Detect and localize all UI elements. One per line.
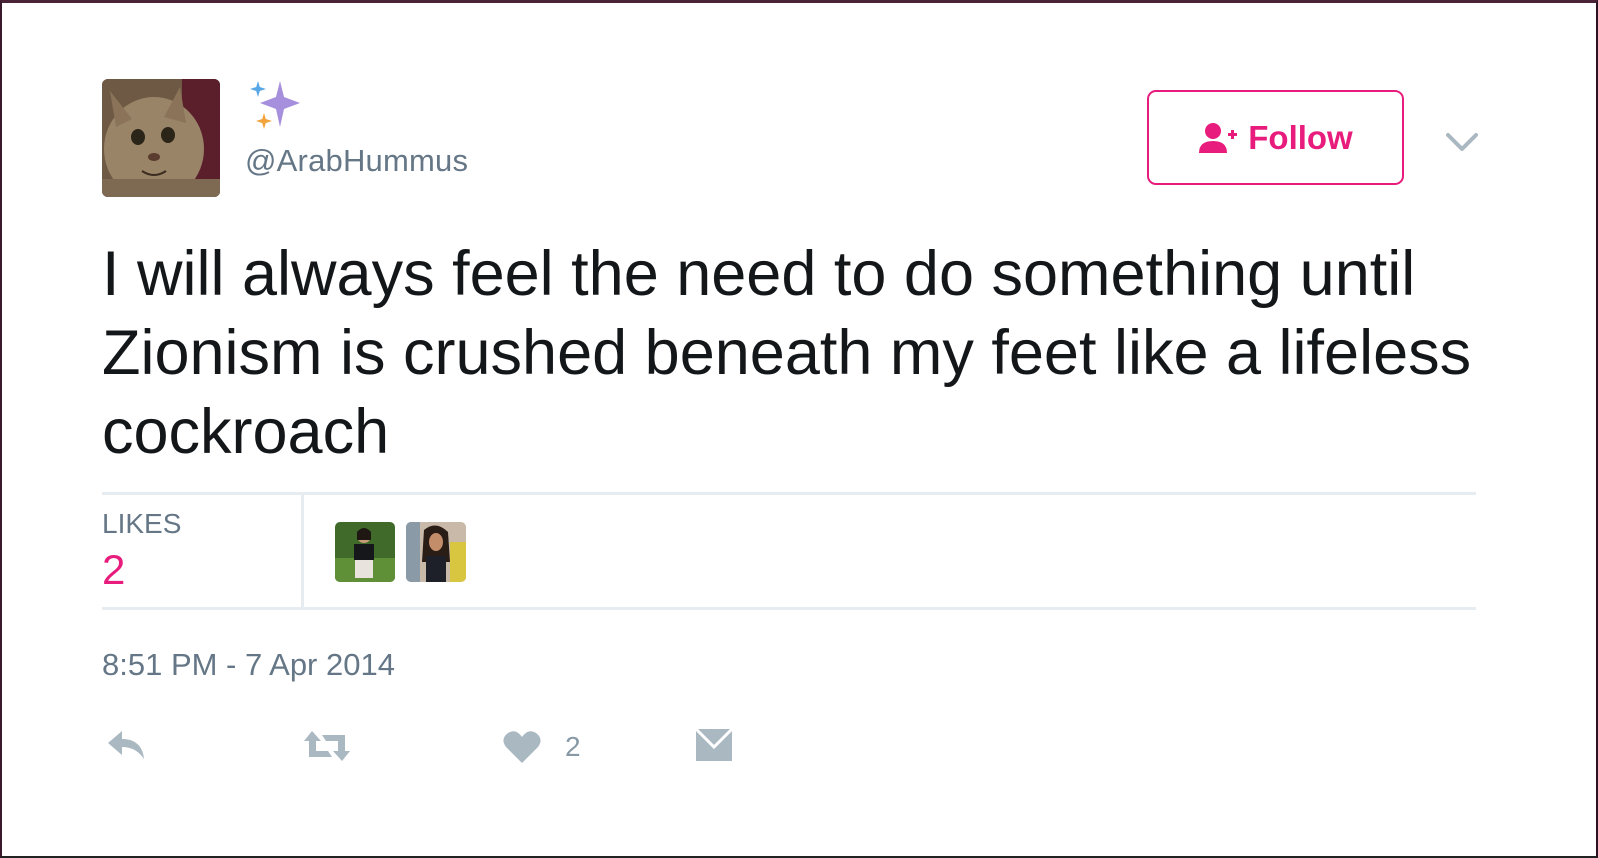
retweet-icon[interactable]: [302, 729, 352, 763]
tweet-timestamp[interactable]: 8:51 PM - 7 Apr 2014: [102, 647, 395, 683]
chevron-down-icon[interactable]: [1442, 125, 1482, 155]
profile-avatar[interactable]: [102, 79, 220, 197]
divider: [301, 494, 304, 608]
tweet-text: I will always feel the need to do someth…: [102, 239, 1472, 467]
heart-icon[interactable]: [502, 729, 542, 765]
liker-avatar[interactable]: [406, 522, 466, 582]
user-handle[interactable]: @ArabHummus: [245, 143, 468, 179]
like-action-count: 2: [565, 731, 581, 762]
liker-avatar[interactable]: [335, 522, 395, 582]
divider: [102, 492, 1476, 495]
reply-icon[interactable]: [106, 727, 148, 763]
liker-photo: [406, 522, 466, 582]
likes-count[interactable]: 2: [102, 546, 125, 594]
envelope-icon[interactable]: [694, 727, 734, 763]
add-user-icon: [1199, 122, 1238, 153]
liker-photo: [335, 522, 395, 582]
follow-button[interactable]: Follow: [1147, 90, 1404, 185]
follow-button-label: Follow: [1248, 118, 1353, 156]
sparkles-icon: [250, 81, 300, 129]
likes-label: LIKES: [102, 508, 182, 539]
tweet-card: @ArabHummus Follow I will always feel th…: [0, 0, 1598, 858]
cat-avatar-image: [102, 79, 220, 197]
divider: [102, 607, 1476, 610]
